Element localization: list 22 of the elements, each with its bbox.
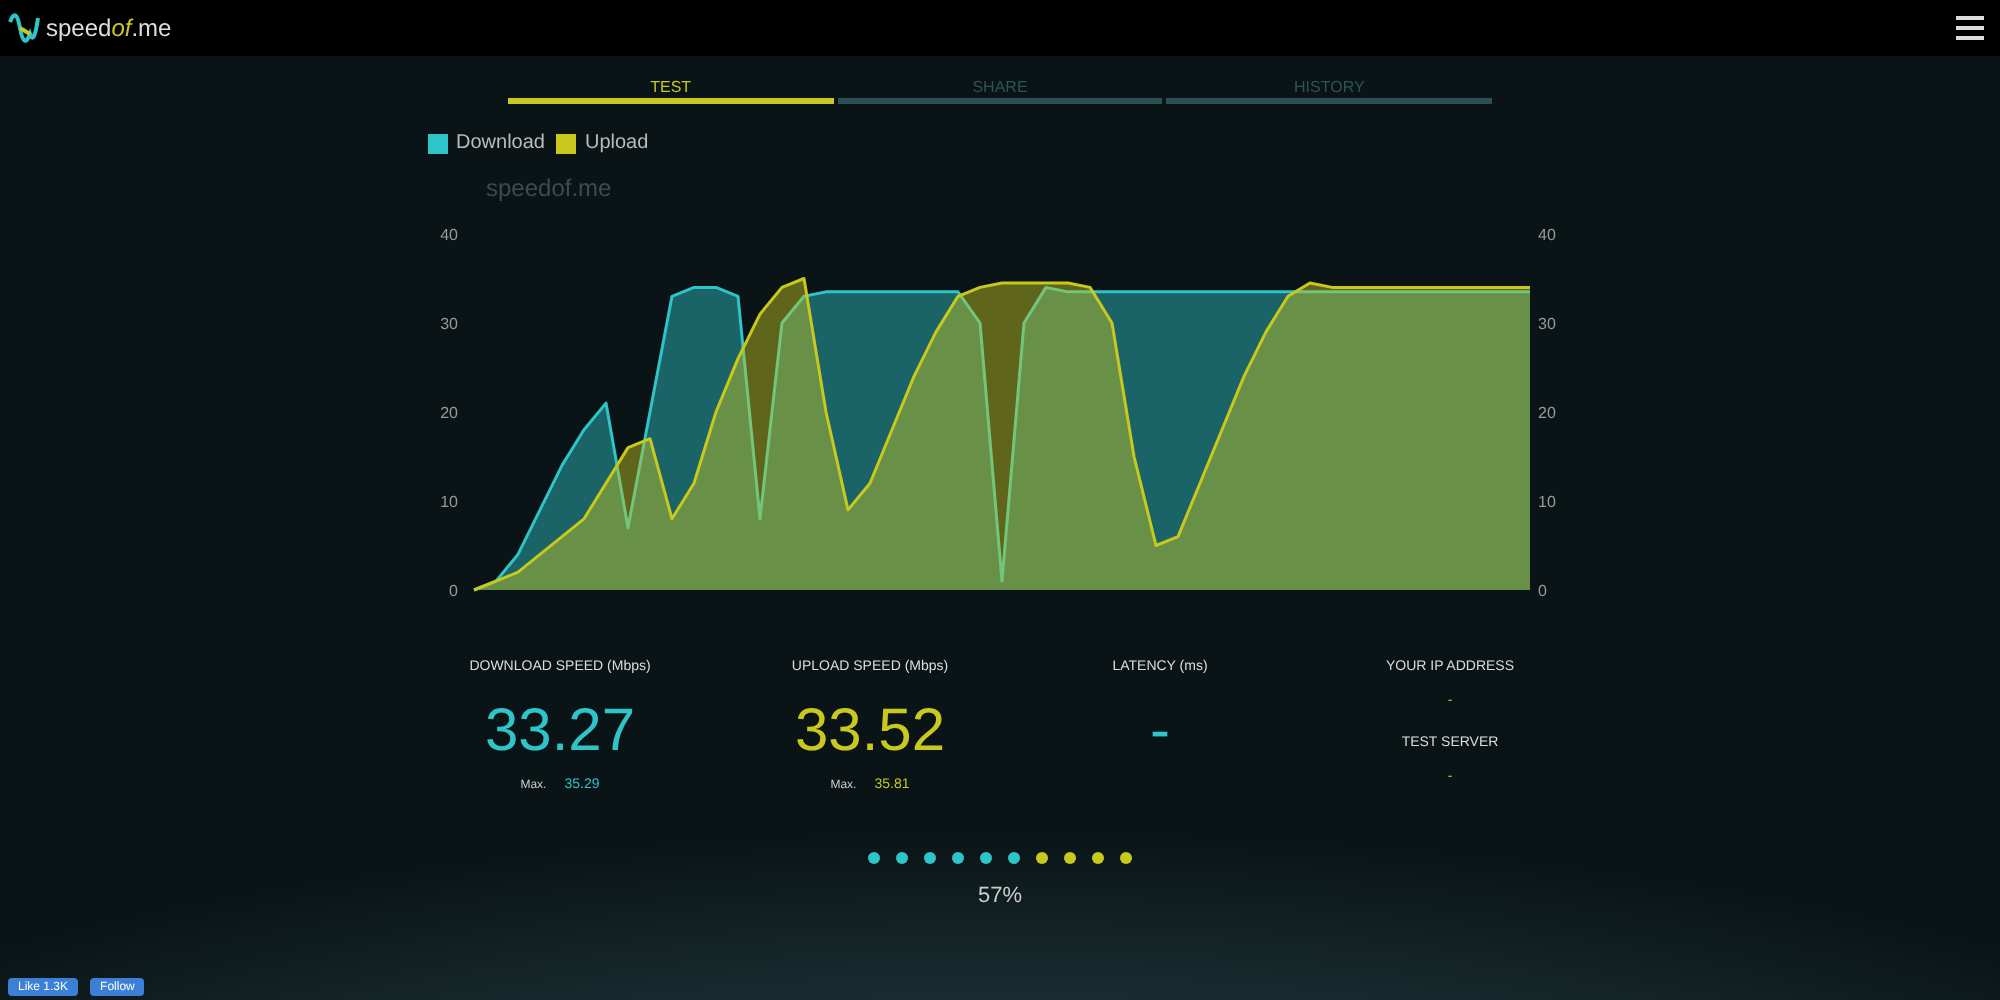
- tab[interactable]: TEST: [508, 78, 834, 104]
- wave-logo-icon: [8, 10, 40, 46]
- progress-percent: 57%: [977, 884, 1023, 908]
- tab[interactable]: HISTORY: [1166, 78, 1493, 104]
- y-tick-label: 40: [1538, 226, 1556, 244]
- stat-value: -: [1150, 698, 1170, 766]
- y-tick-label: 0: [1538, 582, 1547, 600]
- y-tick-label: 10: [1538, 493, 1556, 511]
- stat-value: 33.52: [794, 698, 946, 766]
- legend-label: Download: [456, 132, 545, 154]
- menu-icon[interactable]: [1956, 16, 1984, 40]
- logo-text[interactable]: speedof.me: [46, 14, 172, 42]
- y-tick-label: 0: [449, 582, 458, 600]
- y-tick-label: 20: [440, 404, 458, 422]
- y-tick-label: 30: [1538, 315, 1556, 333]
- y-tick-label: 10: [440, 493, 458, 511]
- tab[interactable]: SHARE: [837, 78, 1163, 104]
- stat-value: 33.27: [484, 698, 636, 766]
- y-tick-label: 40: [440, 226, 458, 244]
- legend-label: Upload: [584, 132, 649, 154]
- y-tick-label: 20: [1538, 404, 1556, 422]
- y-tick-label: 30: [440, 315, 458, 333]
